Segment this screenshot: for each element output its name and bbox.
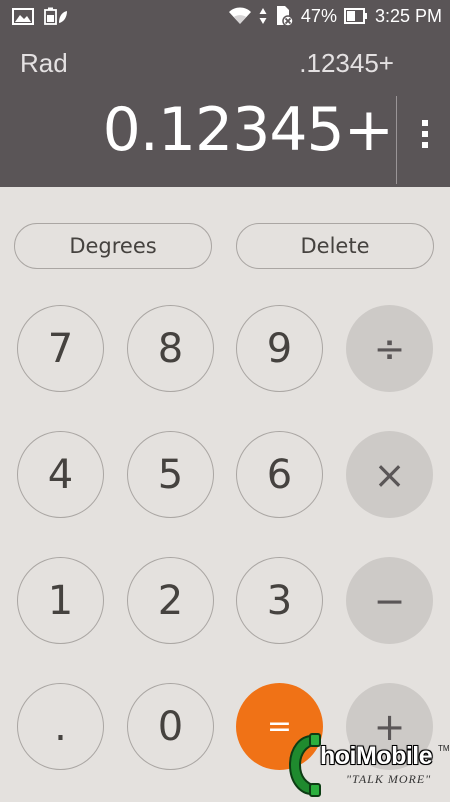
battery-saver-icon bbox=[44, 7, 68, 25]
watermark-logo: hoiMobile TM "TALK MORE" bbox=[280, 730, 450, 798]
key-5[interactable]: 5 bbox=[127, 431, 214, 518]
key-7[interactable]: 7 bbox=[17, 305, 104, 392]
status-bar: 47% 3:25 PM bbox=[0, 0, 450, 32]
sim-no-service-icon bbox=[274, 5, 294, 27]
wifi-icon bbox=[228, 7, 252, 25]
watermark-trademark: TM bbox=[438, 744, 450, 753]
angle-mode-indicator: Rad bbox=[20, 48, 68, 78]
calculator-display: Rad .12345+ 0.12345+ bbox=[0, 32, 450, 187]
minus-button[interactable]: − bbox=[346, 557, 433, 644]
key-8[interactable]: 8 bbox=[127, 305, 214, 392]
degrees-button[interactable]: Degrees bbox=[14, 223, 212, 269]
key-3[interactable]: 3 bbox=[236, 557, 323, 644]
overflow-menu-icon[interactable] bbox=[410, 112, 440, 156]
decimal-point-button[interactable]: . bbox=[17, 683, 104, 770]
key-4[interactable]: 4 bbox=[17, 431, 104, 518]
key-2[interactable]: 2 bbox=[127, 557, 214, 644]
divide-button[interactable]: ÷ bbox=[346, 305, 433, 392]
key-6[interactable]: 6 bbox=[236, 431, 323, 518]
watermark-brand: hoiMobile bbox=[320, 742, 433, 770]
key-9[interactable]: 9 bbox=[236, 305, 323, 392]
gallery-icon bbox=[12, 7, 34, 25]
battery-percent: 47% bbox=[300, 5, 337, 26]
delete-button[interactable]: Delete bbox=[236, 223, 434, 269]
key-0[interactable]: 0 bbox=[127, 683, 214, 770]
status-time: 3:25 PM bbox=[374, 5, 442, 26]
data-arrows-icon bbox=[259, 7, 267, 25]
battery-icon bbox=[343, 8, 368, 24]
multiply-button[interactable]: × bbox=[346, 431, 433, 518]
key-1[interactable]: 1 bbox=[17, 557, 104, 644]
result-field[interactable]: 0.12345+ bbox=[103, 94, 394, 166]
text-cursor bbox=[396, 96, 397, 184]
expression-preview: .12345+ bbox=[299, 48, 394, 78]
watermark-tagline: "TALK MORE" bbox=[346, 772, 432, 786]
